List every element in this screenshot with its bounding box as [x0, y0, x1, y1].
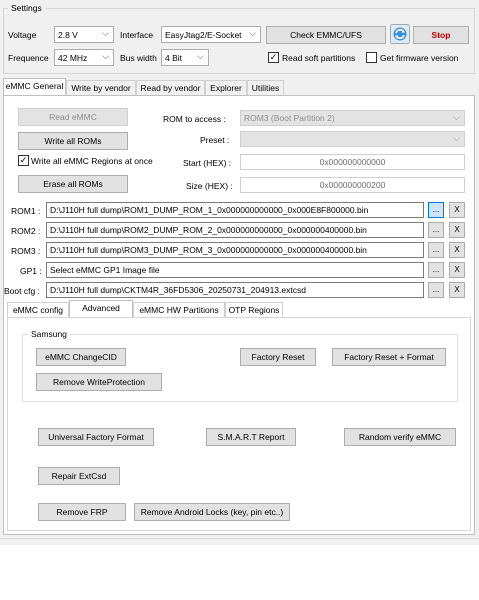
tab-otp-regions[interactable]: OTP Regions	[225, 302, 283, 317]
tab-utilities[interactable]: Utilities	[247, 80, 284, 95]
gp1-label: GP1 :	[20, 266, 42, 276]
boot-cfg-browse-button[interactable]: ...	[428, 282, 444, 298]
factory-reset-button[interactable]: Factory Reset	[240, 348, 316, 366]
read-soft-partitions-checkbox[interactable]: ✓	[268, 52, 279, 63]
write-all-roms-button[interactable]: Write all ROMs	[18, 132, 128, 150]
smart-report-button[interactable]: S.M.A.R.T Report	[206, 428, 296, 446]
gp1-browse-button[interactable]: ...	[428, 262, 444, 278]
remove-frp-button[interactable]: Remove FRP	[38, 503, 126, 521]
tab-write-by-vendor[interactable]: Write by vendor	[66, 80, 136, 95]
rom-to-access-label: ROM to access :	[163, 114, 226, 124]
frequence-select[interactable]: 42 MHz ⌵	[54, 49, 114, 66]
boot-cfg-path-field[interactable]: D:\J110H full dump\CKTM4R_36FD5306_20250…	[46, 282, 424, 298]
random-verify-emmc-button[interactable]: Random verify eMMC	[344, 428, 456, 446]
interface-select[interactable]: EasyJtag2/E-Socket ⌵	[161, 26, 261, 43]
emmc-change-cid-button[interactable]: eMMC ChangeCID	[36, 348, 126, 366]
read-soft-partitions-label[interactable]: Read soft partitions	[282, 53, 355, 63]
voltage-select[interactable]: 2.8 V ⌵	[54, 26, 114, 43]
voltage-value: 2.8 V	[58, 30, 78, 40]
rom-to-access-value: ROM3 (Boot Partition 2)	[244, 113, 335, 123]
voltage-label: Voltage	[8, 30, 37, 40]
size-hex-label: Size (HEX) :	[186, 181, 233, 191]
interface-value: EasyJtag2/E-Socket	[165, 30, 242, 40]
rom1-label: ROM1 :	[11, 206, 41, 216]
rom2-clear-button[interactable]: X	[449, 222, 465, 238]
refresh-icon[interactable]	[390, 24, 410, 44]
tab-emmc-hw-partitions[interactable]: eMMC HW Partitions	[133, 302, 225, 317]
start-hex-field[interactable]: 0x000000000000	[240, 154, 465, 170]
remove-android-locks-button[interactable]: Remove Android Locks (key, pin etc..)	[134, 503, 290, 521]
write-all-regions-checkbox[interactable]: ✓	[18, 155, 29, 166]
factory-reset-format-button[interactable]: Factory Reset + Format	[332, 348, 446, 366]
erase-all-roms-button[interactable]: Erase all ROMs	[18, 175, 128, 193]
rom3-label: ROM3 :	[11, 246, 41, 256]
status-bar	[0, 538, 479, 545]
tab-explorer[interactable]: Explorer	[205, 80, 247, 95]
frequence-label: Frequence	[8, 53, 49, 63]
bus-width-select[interactable]: 4 Bit ⌵	[161, 49, 209, 66]
chevron-down-icon: ⌵	[197, 51, 204, 61]
check-emmc-ufs-button[interactable]: Check EMMC/UFS	[266, 26, 386, 44]
boot-cfg-clear-button[interactable]: X	[449, 282, 465, 298]
preset-select[interactable]: ⌵	[240, 131, 465, 147]
tab-emmc-general[interactable]: eMMC General	[3, 78, 66, 95]
rom3-clear-button[interactable]: X	[449, 242, 465, 258]
rom-to-access-select[interactable]: ROM3 (Boot Partition 2) ⌵	[240, 110, 465, 126]
rom2-browse-button[interactable]: ...	[428, 222, 444, 238]
rom2-label: ROM2 :	[11, 226, 41, 236]
stop-button[interactable]: Stop	[413, 26, 469, 44]
chevron-down-icon: ⌵	[249, 28, 256, 38]
chevron-down-icon: ⌵	[453, 112, 460, 122]
gp1-clear-button[interactable]: X	[449, 262, 465, 278]
frequence-value: 42 MHz	[58, 53, 88, 63]
rom1-path-field[interactable]: D:\J110H full dump\ROM1_DUMP_ROM_1_0x000…	[46, 202, 424, 218]
interface-label: Interface	[120, 30, 154, 40]
tab-emmc-config[interactable]: eMMC config	[7, 302, 69, 317]
write-all-regions-label[interactable]: Write all eMMC Regions at once	[31, 156, 153, 166]
tab-read-by-vendor[interactable]: Read by vendor	[136, 80, 205, 95]
chevron-down-icon: ⌵	[102, 28, 109, 38]
boot-cfg-label: Boot cfg :	[4, 286, 40, 296]
start-hex-label: Start (HEX) :	[183, 158, 232, 168]
rom1-browse-button[interactable]: ...	[428, 202, 444, 218]
get-firmware-version-checkbox[interactable]	[366, 52, 377, 63]
app-window: Settings Voltage 2.8 V ⌵ Interface EasyJ…	[0, 0, 479, 545]
universal-factory-format-button[interactable]: Universal Factory Format	[38, 428, 154, 446]
gp1-path-field[interactable]: Select eMMC GP1 Image file	[46, 262, 424, 278]
read-emmc-button[interactable]: Read eMMC	[18, 108, 128, 126]
settings-group-title: Settings	[8, 3, 45, 13]
sub-tab-strip: eMMC config Advanced eMMC HW Partitions …	[7, 300, 471, 317]
size-hex-field[interactable]: 0x000000000200	[240, 177, 465, 193]
remove-write-protection-button[interactable]: Remove WriteProtection	[36, 373, 162, 391]
repair-extcsd-button[interactable]: Repair ExtCsd	[38, 467, 120, 485]
chevron-down-icon: ⌵	[102, 51, 109, 61]
chevron-down-icon: ⌵	[453, 133, 460, 143]
bus-width-value: 4 Bit	[165, 53, 183, 63]
main-tab-strip: eMMC General Write by vendor Read by ven…	[3, 78, 475, 95]
bus-width-label: Bus width	[120, 53, 157, 63]
samsung-group-title: Samsung	[28, 329, 70, 339]
rom2-path-field[interactable]: D:\J110H full dump\ROM2_DUMP_ROM_2_0x000…	[46, 222, 424, 238]
get-firmware-version-label[interactable]: Get firmware version	[380, 53, 458, 63]
preset-label: Preset :	[200, 135, 230, 145]
rom3-browse-button[interactable]: ...	[428, 242, 444, 258]
samsung-group	[22, 334, 458, 402]
rom1-clear-button[interactable]: X	[449, 202, 465, 218]
rom3-path-field[interactable]: D:\J110H full dump\ROM3_DUMP_ROM_3_0x000…	[46, 242, 424, 258]
tab-advanced[interactable]: Advanced	[69, 300, 133, 317]
